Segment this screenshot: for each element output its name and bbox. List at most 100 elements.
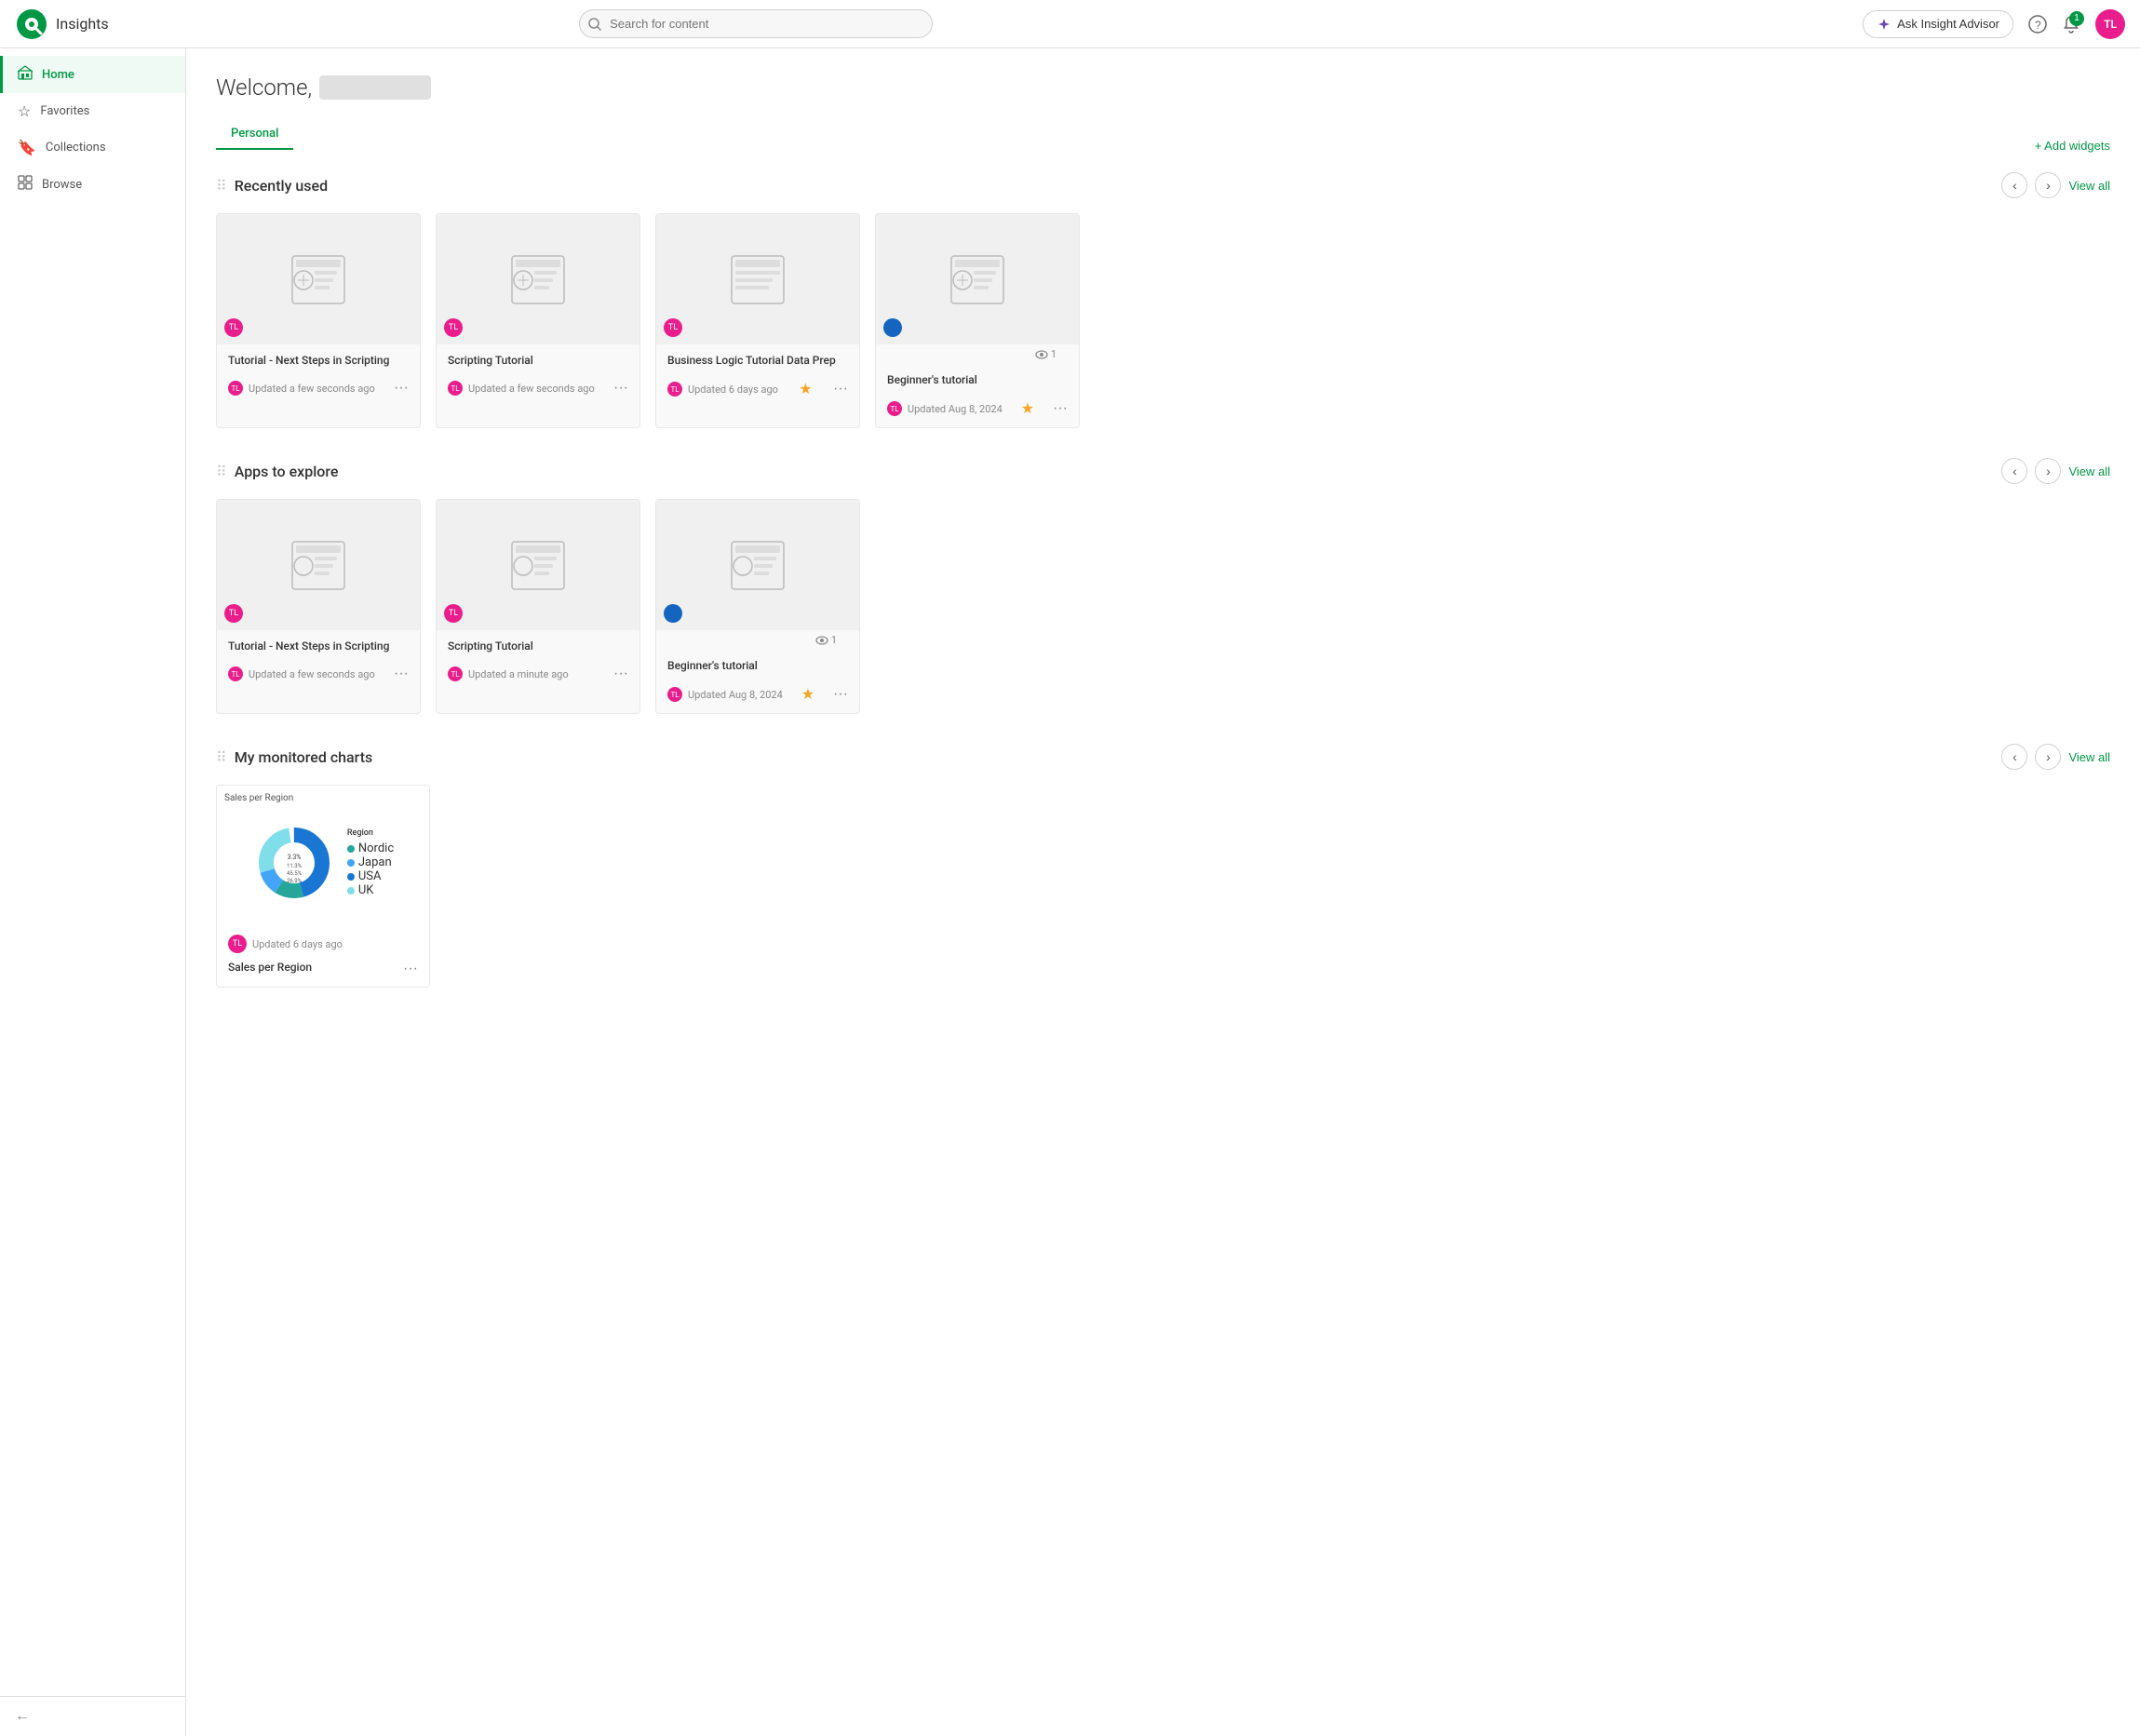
card-footer: TL Updated a few seconds ago ··· bbox=[437, 380, 639, 406]
legend-label: Nordic bbox=[358, 841, 394, 855]
card-preview: TL bbox=[217, 500, 420, 630]
card-star-button[interactable]: ★ bbox=[799, 380, 812, 398]
card-meta-avatar: TL bbox=[228, 381, 243, 396]
card-meta: TL Updated Aug 8, 2024 bbox=[667, 687, 783, 702]
table-row: TL Business Logic Tutorial Data Prep TL … bbox=[655, 213, 860, 428]
app-icon bbox=[510, 540, 566, 591]
card-meta: TL Updated a few seconds ago bbox=[228, 381, 375, 396]
sidebar-nav: Home ☆ Favorites 🔖 Collections bbox=[0, 48, 185, 1696]
chart-title-small: Sales per Region bbox=[224, 793, 422, 803]
collapse-sidebar-button[interactable]: ← bbox=[15, 1708, 30, 1725]
view-all-apps-button[interactable]: View all bbox=[2068, 464, 2110, 478]
welcome-header: Welcome, bbox=[216, 74, 2110, 101]
card-owner-avatar bbox=[883, 318, 902, 337]
sidebar-favorites-label: Favorites bbox=[40, 104, 89, 118]
card-meta-avatar: TL bbox=[448, 666, 463, 681]
card-star-button[interactable]: ★ bbox=[801, 685, 814, 704]
svg-text:45.5%: 45.5% bbox=[287, 870, 303, 877]
add-widgets-button[interactable]: + Add widgets bbox=[2035, 139, 2110, 153]
card-footer: TL Updated a few seconds ago ··· bbox=[217, 666, 420, 692]
table-row: 1 Beginner's tutorial TL Updated Au bbox=[875, 213, 1080, 428]
card-star-button[interactable]: ★ bbox=[1021, 399, 1034, 418]
card-more-button[interactable]: ··· bbox=[613, 380, 628, 397]
eye-icon bbox=[815, 636, 828, 645]
top-bar-actions: Ask Insight Advisor ? 1 TL bbox=[1863, 9, 2125, 39]
card-more-button[interactable]: ··· bbox=[613, 666, 628, 682]
app-icon bbox=[290, 254, 346, 305]
card-info: Tutorial - Next Steps in Scripting bbox=[217, 344, 420, 380]
app-icon bbox=[949, 254, 1005, 305]
sidebar-collections-label: Collections bbox=[46, 141, 106, 155]
sidebar-item-collections[interactable]: 🔖 Collections bbox=[0, 129, 185, 166]
card-updated: Updated a few seconds ago bbox=[468, 383, 595, 395]
svg-text:11.3%: 11.3% bbox=[287, 863, 303, 869]
svg-text:26.9%: 26.9% bbox=[287, 878, 303, 884]
card-meta: TL Updated a few seconds ago bbox=[448, 381, 595, 396]
top-bar: Insights Ask Insight Advisor bbox=[0, 0, 2140, 48]
card-meta-avatar: TL bbox=[667, 382, 682, 397]
svg-text:3.3%: 3.3% bbox=[287, 854, 301, 861]
view-all-recently-used-button[interactable]: View all bbox=[2068, 179, 2110, 193]
next-recently-used-button[interactable]: › bbox=[2035, 172, 2061, 198]
recently-used-section: ⠿ Recently used ‹ › View all bbox=[216, 172, 2110, 428]
view-all-charts-button[interactable]: View all bbox=[2068, 750, 2110, 764]
table-row: TL Scripting Tutorial TL Updated a minut… bbox=[436, 499, 640, 714]
legend-dot bbox=[347, 845, 355, 853]
card-preview: TL bbox=[656, 214, 859, 344]
card-updated: Updated Aug 8, 2024 bbox=[688, 689, 783, 701]
card-owner-avatar: TL bbox=[224, 318, 243, 337]
legend-label: USA bbox=[358, 869, 382, 883]
section-title-group: ⠿ My monitored charts bbox=[216, 748, 372, 766]
monitored-charts-title: My monitored charts bbox=[235, 748, 373, 766]
search-input[interactable] bbox=[579, 9, 933, 38]
sidebar-item-home[interactable]: Home bbox=[0, 56, 185, 93]
chart-card: Sales per Region bbox=[216, 785, 430, 988]
notifications-button[interactable]: 1 bbox=[2062, 15, 2080, 34]
card-more-button[interactable]: ··· bbox=[403, 961, 418, 977]
donut-legend: Region Nordic Japan bbox=[347, 828, 394, 897]
donut-chart-container: 3.3% 11.3% 45.5% 26.9% Region bbox=[224, 807, 422, 919]
apps-to-explore-header: ⠿ Apps to explore ‹ › View all bbox=[216, 458, 2110, 484]
monitored-charts-header: ⠿ My monitored charts ‹ › View all bbox=[216, 744, 2110, 770]
card-more-button[interactable]: ··· bbox=[833, 381, 848, 397]
card-more-button[interactable]: ··· bbox=[833, 686, 848, 703]
chart-preview: Sales per Region bbox=[217, 786, 429, 935]
apps-to-explore-cards: TL Tutorial - Next Steps in Scripting TL… bbox=[216, 499, 2110, 714]
table-row: TL Tutorial - Next Steps in Scripting TL… bbox=[216, 213, 421, 428]
star-icon: ☆ bbox=[18, 102, 31, 120]
svg-text:?: ? bbox=[2035, 19, 2041, 32]
card-more-button[interactable]: ··· bbox=[394, 666, 409, 682]
next-apps-button[interactable]: › bbox=[2035, 458, 2061, 484]
legend-dot bbox=[347, 887, 355, 895]
tab-personal[interactable]: Personal bbox=[216, 119, 293, 150]
chart-updated: Updated 6 days ago bbox=[252, 938, 343, 950]
user-avatar[interactable]: TL bbox=[2095, 9, 2125, 39]
card-owner-avatar bbox=[664, 604, 682, 623]
drag-handle-icon: ⠿ bbox=[216, 177, 227, 195]
help-icon: ? bbox=[2028, 15, 2047, 34]
section-actions: ‹ › View all bbox=[2001, 172, 2110, 198]
card-title: Scripting Tutorial bbox=[448, 639, 628, 653]
app-icon bbox=[290, 540, 346, 591]
prev-recently-used-button[interactable]: ‹ bbox=[2001, 172, 2027, 198]
help-button[interactable]: ? bbox=[2028, 15, 2047, 34]
ask-insight-button[interactable]: Ask Insight Advisor bbox=[1863, 10, 2013, 38]
sidebar-item-favorites[interactable]: ☆ Favorites bbox=[0, 93, 185, 129]
card-more-button[interactable]: ··· bbox=[394, 380, 409, 397]
recently-used-cards: TL Tutorial - Next Steps in Scripting TL… bbox=[216, 213, 2110, 428]
prev-apps-button[interactable]: ‹ bbox=[2001, 458, 2027, 484]
sidebar-home-label: Home bbox=[42, 68, 74, 82]
card-updated: Updated a few seconds ago bbox=[249, 383, 375, 395]
list-item: Nordic bbox=[347, 841, 394, 855]
prev-charts-button[interactable]: ‹ bbox=[2001, 744, 2027, 770]
card-info: Scripting Tutorial bbox=[437, 630, 639, 666]
qlik-logo-icon bbox=[15, 7, 48, 41]
card-more-button[interactable]: ··· bbox=[1053, 400, 1068, 417]
card-views: 1 bbox=[667, 634, 848, 650]
card-title: Beginner's tutorial bbox=[667, 659, 848, 672]
card-info: Scripting Tutorial bbox=[437, 344, 639, 380]
sidebar-item-browse[interactable]: Browse bbox=[0, 166, 185, 203]
card-owner-avatar: TL bbox=[228, 935, 247, 953]
next-charts-button[interactable]: › bbox=[2035, 744, 2061, 770]
user-name-blurred bbox=[319, 75, 431, 100]
